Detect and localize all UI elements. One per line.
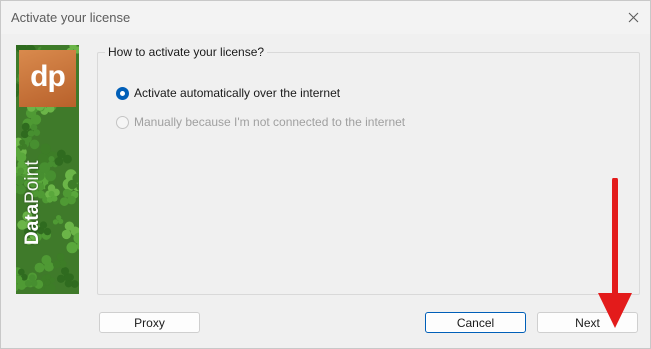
brand-banner: dp DataPoint (16, 45, 79, 294)
activation-dialog: Activate your license dp DataPoint How t… (0, 0, 651, 349)
radio-label-manual: Manually because I'm not connected to th… (134, 115, 406, 129)
close-button[interactable] (616, 1, 650, 34)
radio-label-automatic: Activate automatically over the internet (134, 86, 341, 100)
close-icon (628, 12, 638, 23)
groupbox-legend: How to activate your license? (105, 45, 268, 59)
radio-activate-manually[interactable]: Manually because I'm not connected to th… (116, 114, 405, 130)
cancel-button[interactable]: Cancel (425, 312, 526, 333)
radio-unchecked-icon (116, 115, 129, 129)
datapoint-logo: dp (19, 50, 76, 107)
window-title: Activate your license (11, 10, 131, 25)
brand-name: DataPoint (22, 160, 43, 246)
radio-activate-automatically[interactable]: Activate automatically over the internet (116, 85, 340, 101)
next-button[interactable]: Next (537, 312, 638, 333)
logo-text: dp (30, 59, 66, 93)
radio-checked-icon (116, 86, 129, 100)
proxy-button[interactable]: Proxy (99, 312, 200, 333)
title-bar: Activate your license (1, 1, 650, 34)
